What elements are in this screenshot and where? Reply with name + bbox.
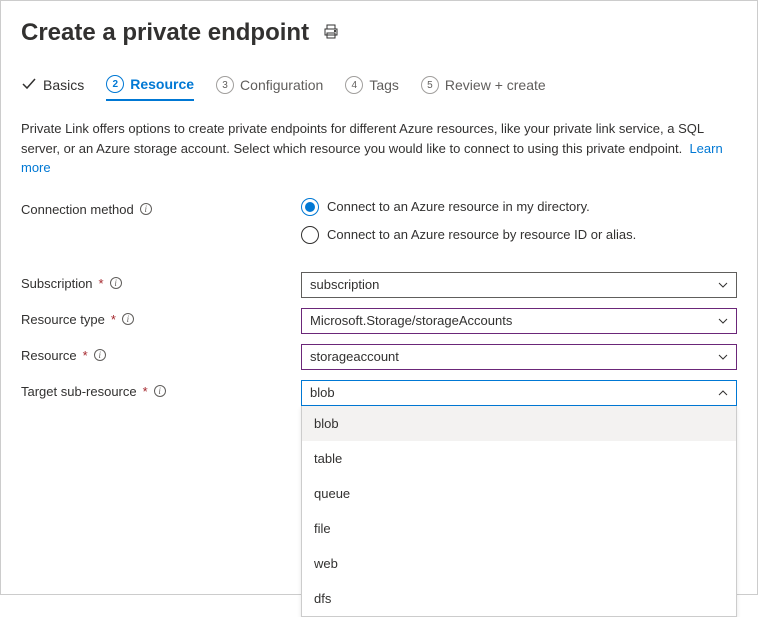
- check-icon: [21, 76, 37, 95]
- target-sub-resource-select[interactable]: blob: [301, 380, 737, 406]
- resource-row: Resource * i storageaccount: [21, 344, 737, 370]
- tab-tags[interactable]: 4 Tags: [345, 76, 399, 100]
- chevron-down-icon: [718, 280, 728, 290]
- select-value: Microsoft.Storage/storageAccounts: [310, 313, 512, 328]
- dropdown-option-queue[interactable]: queue: [302, 476, 736, 511]
- info-icon[interactable]: i: [154, 385, 166, 397]
- radio-indicator: [301, 226, 319, 244]
- select-value: subscription: [310, 277, 379, 292]
- required-indicator: *: [99, 276, 104, 291]
- radio-label: Connect to an Azure resource by resource…: [327, 227, 636, 242]
- dropdown-option-dfs[interactable]: dfs: [302, 581, 736, 616]
- tab-resource[interactable]: 2 Resource: [106, 75, 194, 101]
- dropdown-option-table[interactable]: table: [302, 441, 736, 476]
- connection-method-label: Connection method i: [21, 198, 301, 217]
- radio-indicator: [301, 198, 319, 216]
- tab-number: 4: [345, 76, 363, 94]
- required-indicator: *: [83, 348, 88, 363]
- radio-resource-id[interactable]: Connect to an Azure resource by resource…: [301, 226, 737, 244]
- select-value: blob: [310, 385, 335, 400]
- resource-type-select[interactable]: Microsoft.Storage/storageAccounts: [301, 308, 737, 334]
- chevron-up-icon: [718, 388, 728, 398]
- connection-method-radios: Connect to an Azure resource in my direc…: [301, 198, 737, 244]
- dropdown-option-file[interactable]: file: [302, 511, 736, 546]
- chevron-down-icon: [718, 352, 728, 362]
- print-icon[interactable]: [323, 24, 339, 43]
- tab-label: Resource: [130, 76, 194, 92]
- resource-label: Resource * i: [21, 344, 301, 363]
- required-indicator: *: [143, 384, 148, 399]
- subscription-row: Subscription * i subscription: [21, 272, 737, 298]
- tab-number: 3: [216, 76, 234, 94]
- target-sub-resource-label: Target sub-resource * i: [21, 380, 301, 399]
- tab-label: Configuration: [240, 77, 323, 93]
- required-indicator: *: [111, 312, 116, 327]
- info-icon[interactable]: i: [110, 277, 122, 289]
- resource-select[interactable]: storageaccount: [301, 344, 737, 370]
- tab-configuration[interactable]: 3 Configuration: [216, 76, 323, 100]
- select-value: storageaccount: [310, 349, 399, 364]
- target-sub-resource-row: Target sub-resource * i blob blob table …: [21, 380, 737, 617]
- page-title: Create a private endpoint: [21, 19, 309, 47]
- tab-label: Basics: [43, 77, 84, 93]
- info-icon[interactable]: i: [94, 349, 106, 361]
- radio-label: Connect to an Azure resource in my direc…: [327, 199, 590, 214]
- tab-number: 2: [106, 75, 124, 93]
- radio-directory[interactable]: Connect to an Azure resource in my direc…: [301, 198, 737, 216]
- chevron-down-icon: [718, 316, 728, 326]
- tab-label: Review + create: [445, 77, 546, 93]
- subscription-label: Subscription * i: [21, 272, 301, 291]
- connection-method-row: Connection method i Connect to an Azure …: [21, 198, 737, 244]
- description-text: Private Link offers options to create pr…: [21, 119, 737, 178]
- resource-type-label: Resource type * i: [21, 308, 301, 327]
- info-icon[interactable]: i: [140, 203, 152, 215]
- info-icon[interactable]: i: [122, 313, 134, 325]
- dropdown-option-web[interactable]: web: [302, 546, 736, 581]
- subscription-select[interactable]: subscription: [301, 272, 737, 298]
- tab-basics[interactable]: Basics: [21, 76, 84, 101]
- resource-type-row: Resource type * i Microsoft.Storage/stor…: [21, 308, 737, 334]
- target-sub-resource-dropdown: blob table queue file web dfs: [301, 406, 737, 617]
- tab-number: 5: [421, 76, 439, 94]
- tab-label: Tags: [369, 77, 399, 93]
- page-header: Create a private endpoint: [21, 19, 737, 47]
- tab-review-create[interactable]: 5 Review + create: [421, 76, 546, 100]
- wizard-tabs: Basics 2 Resource 3 Configuration 4 Tags…: [21, 75, 737, 101]
- dropdown-option-blob[interactable]: blob: [302, 406, 736, 441]
